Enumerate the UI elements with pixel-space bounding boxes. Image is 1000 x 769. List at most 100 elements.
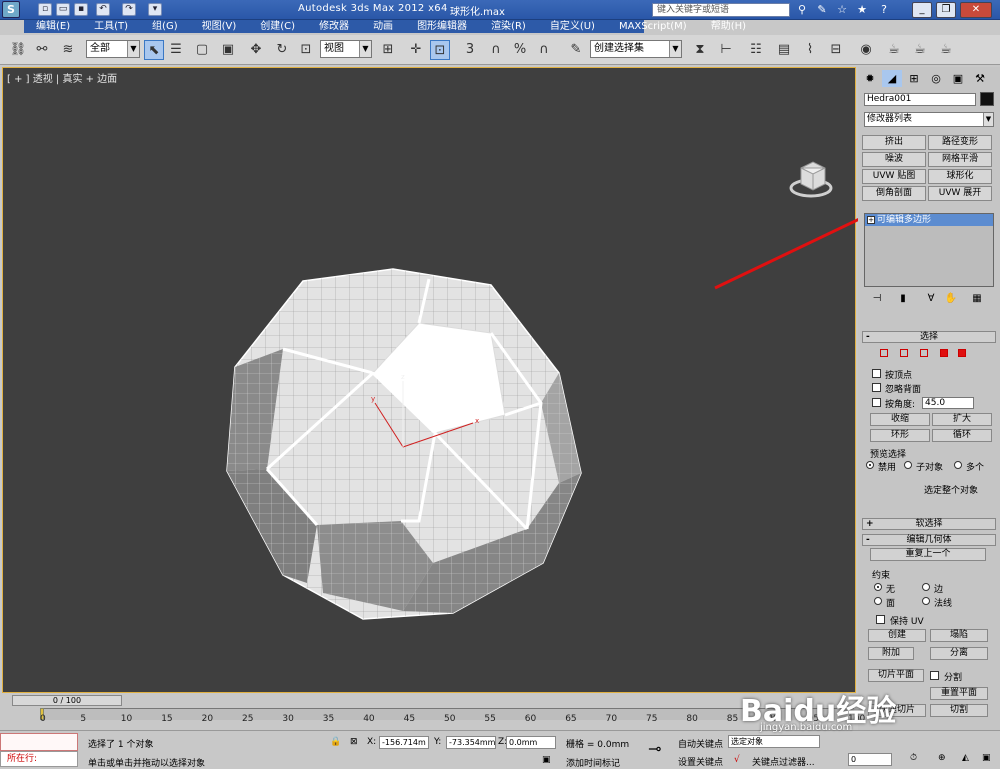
menu-group[interactable]: 组(G) [140, 20, 190, 33]
current-frame-field[interactable]: 0 [848, 753, 892, 766]
grow-button[interactable]: 扩大 [932, 413, 992, 426]
material-editor-icon[interactable]: ◉ [856, 40, 876, 60]
help-search-input[interactable]: 键入关键字或短语 [652, 3, 790, 17]
preserve-uv-checkbox[interactable] [876, 615, 885, 624]
align-icon[interactable]: ⊢ [716, 40, 736, 60]
edit-geometry-rollout-header[interactable]: - 编辑几何体 [862, 534, 996, 546]
move-icon[interactable]: ✥ [246, 40, 266, 60]
make-unique-icon[interactable]: ∀ [924, 293, 938, 307]
schematic-view-icon[interactable]: ⊟ [826, 40, 846, 60]
ring-button[interactable]: 环形 [870, 429, 930, 442]
modifier-bevel-profile-button[interactable]: 倒角剖面 [862, 186, 926, 201]
preview-off-radio[interactable] [866, 461, 874, 469]
x-coordinate-field[interactable]: -156.714m [379, 736, 429, 749]
modifier-path-deform-button[interactable]: 路径变形 [928, 135, 992, 150]
menu-edit[interactable]: 编辑(E) [24, 20, 82, 33]
save-file-icon[interactable]: ▪ [74, 3, 88, 16]
bind-space-warp-icon[interactable]: ≋ [58, 40, 78, 60]
key-icon[interactable]: ⊸ [648, 739, 661, 758]
detach-button[interactable]: 分离 [930, 647, 988, 660]
scale-icon[interactable]: ⊡ [296, 40, 316, 60]
border-mode-icon[interactable] [920, 349, 928, 357]
select-manipulate-icon[interactable]: ✛ [406, 40, 426, 60]
cut-button[interactable]: 切割 [930, 704, 988, 717]
field-of-view-icon[interactable]: ◭ [962, 753, 969, 763]
selection-rollout-header[interactable]: - 选择 [862, 331, 996, 343]
perspective-viewport[interactable]: [ + ] 透视 | 真实 + 边面 x y z [2, 67, 856, 741]
window-crossing-icon[interactable]: ▣ [218, 40, 238, 60]
soft-selection-rollout-header[interactable]: + 软选择 [862, 518, 996, 530]
by-vertex-checkbox[interactable] [872, 369, 881, 378]
help-icon[interactable]: ? [876, 3, 892, 17]
attach-button[interactable]: 附加 [868, 647, 914, 660]
time-tag-icon[interactable]: ▣ [542, 755, 551, 765]
restore-button[interactable]: ❐ [936, 2, 956, 18]
communication-icon[interactable]: ☆ [834, 3, 850, 17]
undo-icon[interactable]: ↶ [96, 3, 110, 16]
unlink-icon[interactable]: ⚯ [32, 40, 52, 60]
object-name-field[interactable]: Hedra001 [864, 93, 976, 106]
quick-access-dropdown-icon[interactable]: ▾ [148, 3, 162, 16]
reference-coordinate-dropdown[interactable]: 视图 ▼ [320, 40, 372, 58]
menu-help[interactable]: 帮助(H) [699, 20, 758, 33]
show-end-result-icon[interactable]: ▮ [896, 293, 910, 307]
selection-filter-dropdown[interactable]: 全部 ▼ [86, 40, 140, 58]
menu-animation[interactable]: 动画 [361, 20, 405, 33]
constraint-edge-radio[interactable] [922, 583, 930, 591]
split-checkbox[interactable] [930, 671, 939, 680]
create-button[interactable]: 创建 [868, 629, 926, 642]
open-file-icon[interactable]: ▭ [56, 3, 70, 16]
layer-manager-icon[interactable]: ☷ [746, 40, 766, 60]
binoculars-icon[interactable]: ⚲ [794, 3, 810, 17]
minimize-button[interactable]: _ [912, 2, 932, 18]
time-config-icon[interactable]: ⏱ [910, 753, 917, 763]
z-coordinate-field[interactable]: 0.0mm [506, 736, 556, 749]
motion-tab-icon[interactable]: ◎ [926, 70, 946, 87]
subscription-icon[interactable]: ✎ [814, 3, 830, 17]
modify-tab-icon[interactable]: ◢ [882, 70, 902, 87]
angle-snap-icon[interactable]: ∩ [486, 40, 506, 60]
keyboard-shortcut-override-icon[interactable]: ⊡ [430, 40, 450, 60]
mirror-icon[interactable]: ⧗ [690, 40, 710, 60]
render-setup-icon[interactable]: ☕ [884, 40, 904, 60]
select-object-icon[interactable]: ⬉ [144, 40, 164, 60]
snaps-toggle-icon[interactable]: 3 [460, 40, 480, 60]
close-button[interactable]: ✕ [960, 2, 992, 18]
set-key-button[interactable]: 设置关键点 [678, 755, 723, 768]
angle-spinner[interactable]: 45.0 [922, 397, 974, 409]
edit-named-selection-icon[interactable]: ✎ [566, 40, 586, 60]
auto-key-button[interactable]: 自动关键点 [678, 737, 723, 750]
create-tab-icon[interactable]: ✹ [860, 70, 880, 87]
modifier-spherify-button[interactable]: 球形化 [928, 169, 992, 184]
pin-stack-icon[interactable]: ⊣ [870, 293, 884, 307]
reset-plane-button[interactable]: 重置平面 [930, 687, 988, 700]
preview-subobject-radio[interactable] [904, 461, 912, 469]
menu-rendering[interactable]: 渲染(R) [479, 20, 538, 33]
percent-snap-icon[interactable]: % [510, 40, 530, 60]
menu-views[interactable]: 视图(V) [190, 20, 249, 33]
zoom-icon[interactable]: ⊕ [938, 753, 946, 763]
preview-multi-radio[interactable] [954, 461, 962, 469]
menu-create[interactable]: 创建(C) [248, 20, 307, 33]
absolute-mode-icon[interactable]: ⊠ [350, 737, 358, 747]
modifier-meshsmooth-button[interactable]: 网格平滑 [928, 152, 992, 167]
vertex-mode-icon[interactable] [880, 349, 888, 357]
menu-maxscript[interactable]: MAXScript(M) [607, 20, 699, 33]
display-tab-icon[interactable]: ▣ [948, 70, 968, 87]
new-file-icon[interactable]: ▫ [38, 3, 52, 16]
rendered-frame-icon[interactable]: ☕ [910, 40, 930, 60]
utilities-tab-icon[interactable]: ⚒ [970, 70, 990, 87]
modifier-uvw-map-button[interactable]: UVW 贴图 [862, 169, 926, 184]
maxscript-listener[interactable] [0, 733, 78, 751]
modifier-noise-button[interactable]: 噪波 [862, 152, 926, 167]
curve-editor-icon[interactable]: ⌇ [800, 40, 820, 60]
key-filters-button[interactable]: 关键点过滤器... [752, 755, 815, 768]
menu-customize[interactable]: 自定义(U) [538, 20, 607, 33]
spinner-snap-icon[interactable]: ∩ [534, 40, 554, 60]
constraint-normal-radio[interactable] [922, 597, 930, 605]
modifier-stack[interactable]: + 可编辑多边形 [864, 213, 994, 287]
viewport-label[interactable]: [ + ] 透视 | 真实 + 边面 [7, 70, 117, 85]
select-by-name-icon[interactable]: ☰ [166, 40, 186, 60]
expand-icon[interactable]: + [867, 216, 875, 224]
hierarchy-tab-icon[interactable]: ⊞ [904, 70, 924, 87]
